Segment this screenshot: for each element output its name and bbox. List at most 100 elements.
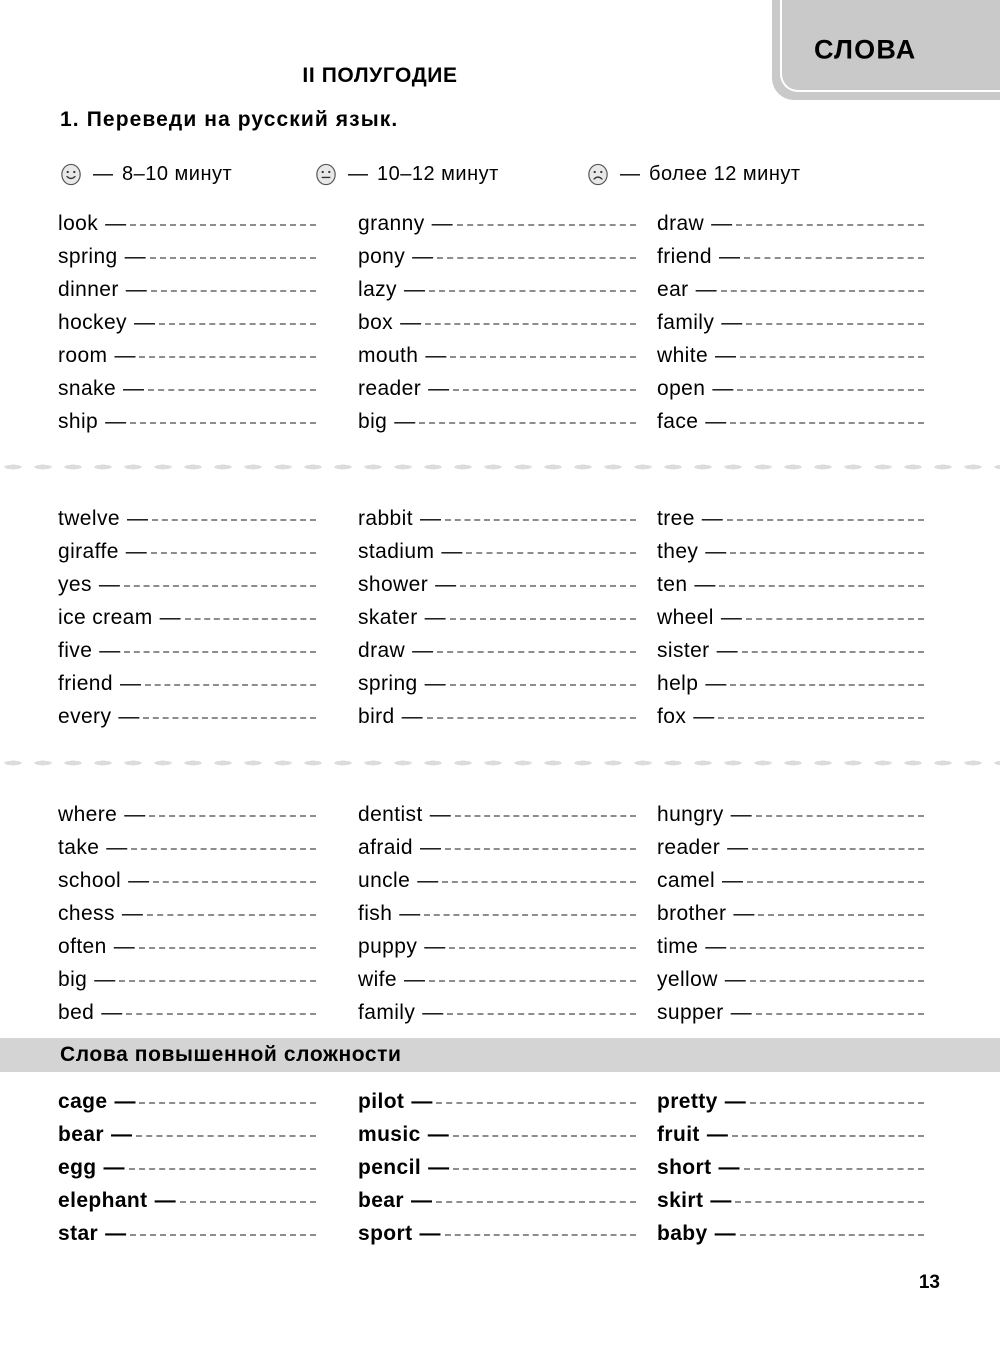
word-row: spring — [58, 245, 358, 278]
answer-blank[interactable] [730, 422, 924, 424]
answer-blank[interactable] [437, 651, 636, 653]
word-dash: — [424, 935, 446, 958]
answer-blank[interactable] [726, 519, 924, 521]
answer-blank[interactable] [148, 389, 316, 391]
answer-blank[interactable] [730, 947, 924, 949]
answer-blank[interactable] [139, 1102, 316, 1104]
answer-blank[interactable] [424, 914, 636, 916]
answer-blank[interactable] [444, 848, 636, 850]
word-label: shower [358, 573, 429, 596]
answer-blank[interactable] [436, 1102, 636, 1104]
answer-blank[interactable] [135, 1135, 316, 1137]
word-dash: — [693, 705, 715, 728]
answer-blank[interactable] [719, 585, 924, 587]
word-label: music [358, 1123, 421, 1146]
word-label: snake [58, 377, 117, 400]
answer-blank[interactable] [130, 422, 316, 424]
word-column: rabbit — stadium — shower — skater — draw — spring… [358, 507, 658, 738]
answer-blank[interactable] [149, 815, 316, 817]
legend-dash: — [348, 163, 368, 185]
word-label: chess [58, 902, 115, 925]
answer-blank[interactable] [454, 815, 636, 817]
word-label: supper [657, 1001, 724, 1024]
answer-blank[interactable] [442, 881, 636, 883]
answer-blank[interactable] [119, 980, 316, 982]
answer-blank[interactable] [745, 618, 924, 620]
answer-blank[interactable] [746, 323, 924, 325]
answer-blank[interactable] [452, 1135, 636, 1137]
answer-blank[interactable] [752, 848, 924, 850]
answer-blank[interactable] [425, 323, 636, 325]
answer-blank[interactable] [126, 1013, 316, 1015]
answer-blank[interactable] [158, 323, 316, 325]
corner-tab-label: СЛОВА [814, 34, 917, 65]
answer-blank[interactable] [741, 651, 924, 653]
answer-blank[interactable] [130, 224, 316, 226]
answer-blank[interactable] [179, 1201, 316, 1203]
answer-blank[interactable] [128, 1168, 316, 1170]
answer-blank[interactable] [150, 290, 316, 292]
answer-blank[interactable] [447, 1013, 636, 1015]
answer-blank[interactable] [460, 585, 636, 587]
answer-blank[interactable] [184, 618, 316, 620]
answer-blank[interactable] [138, 947, 316, 949]
answer-blank[interactable] [435, 1201, 636, 1203]
word-dash: — [125, 540, 147, 563]
answer-blank[interactable] [143, 717, 316, 719]
answer-blank[interactable] [450, 356, 636, 358]
answer-blank[interactable] [428, 980, 636, 982]
answer-blank[interactable] [139, 356, 316, 358]
answer-blank[interactable] [456, 224, 636, 226]
answer-blank[interactable] [123, 585, 316, 587]
task-instruction: 1. Переведи на русский язык. [60, 108, 398, 132]
answer-blank[interactable] [747, 881, 924, 883]
word-label: room [58, 344, 108, 367]
answer-blank[interactable] [737, 389, 924, 391]
answer-blank[interactable] [153, 881, 316, 883]
answer-blank[interactable] [144, 684, 316, 686]
word-dash: — [714, 1222, 736, 1245]
answer-blank[interactable] [444, 1234, 636, 1236]
answer-blank[interactable] [151, 519, 316, 521]
answer-blank[interactable] [755, 1013, 924, 1015]
answer-blank[interactable] [749, 1102, 924, 1104]
answer-blank[interactable] [419, 422, 636, 424]
answer-blank[interactable] [426, 717, 636, 719]
answer-blank[interactable] [149, 257, 316, 259]
answer-blank[interactable] [453, 389, 636, 391]
answer-blank[interactable] [466, 552, 636, 554]
word-row: ship — [58, 410, 358, 443]
answer-blank[interactable] [731, 1135, 924, 1137]
answer-blank[interactable] [124, 651, 316, 653]
answer-blank[interactable] [428, 290, 636, 292]
answer-blank[interactable] [735, 1201, 924, 1203]
answer-blank[interactable] [449, 684, 636, 686]
answer-blank[interactable] [730, 684, 924, 686]
answer-blank[interactable] [720, 290, 924, 292]
answer-blank[interactable] [453, 1168, 636, 1170]
word-row: hungry — [657, 803, 962, 836]
answer-blank[interactable] [437, 257, 636, 259]
answer-blank[interactable] [130, 1234, 316, 1236]
answer-blank[interactable] [736, 224, 924, 226]
answer-blank[interactable] [444, 519, 636, 521]
answer-blank[interactable] [755, 815, 924, 817]
word-label: draw [657, 212, 705, 235]
word-label: fish [358, 902, 393, 925]
answer-blank[interactable] [739, 1234, 924, 1236]
answer-blank[interactable] [718, 717, 924, 719]
answer-blank[interactable] [740, 356, 924, 358]
word-label: wife [358, 968, 397, 991]
answer-blank[interactable] [150, 552, 316, 554]
answer-blank[interactable] [749, 980, 924, 982]
answer-blank[interactable] [146, 914, 316, 916]
answer-blank[interactable] [743, 257, 924, 259]
answer-blank[interactable] [743, 1168, 924, 1170]
answer-blank[interactable] [131, 848, 316, 850]
answer-blank[interactable] [730, 552, 924, 554]
answer-blank[interactable] [758, 914, 924, 916]
word-label: white [657, 344, 709, 367]
answer-blank[interactable] [449, 947, 636, 949]
page-number: 13 [918, 1272, 940, 1293]
answer-blank[interactable] [449, 618, 636, 620]
